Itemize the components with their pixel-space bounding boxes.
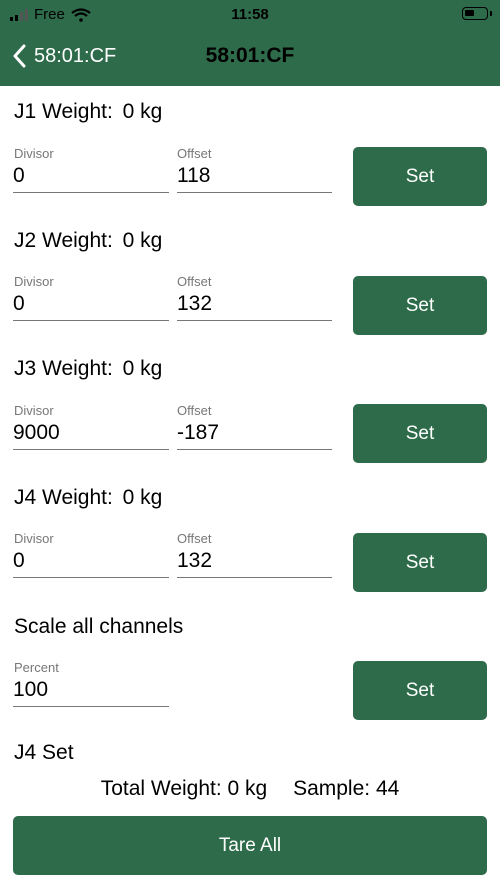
- channel-weight-heading: J4 Weight: 0 kg: [14, 486, 162, 510]
- channel-weight-heading: J2 Weight: 0 kg: [14, 229, 162, 253]
- channel-weight: 0 kg: [122, 229, 163, 252]
- status-message: J4 Set: [14, 741, 74, 764]
- offset-input[interactable]: [177, 420, 332, 450]
- status-time: 11:58: [231, 6, 269, 23]
- channel-weight: 0 kg: [122, 486, 163, 509]
- offset-input[interactable]: [177, 548, 332, 578]
- divisor-input[interactable]: [13, 291, 169, 321]
- divisor-label: Divisor: [14, 531, 54, 546]
- divisor-label: Divisor: [14, 403, 54, 418]
- offset-label: Offset: [177, 146, 212, 161]
- channel-weight: 0 kg: [122, 357, 163, 380]
- tare-all-button[interactable]: Tare All: [13, 816, 487, 875]
- channel-weight-heading: J3 Weight: 0 kg: [14, 357, 162, 381]
- divisor-input[interactable]: [13, 548, 169, 578]
- nav-bar: 58:01:CF 58:01:CF: [0, 30, 500, 86]
- offset-input[interactable]: [177, 163, 332, 193]
- totals-line: Total Weight: 0 kg Sample: 44: [0, 777, 500, 801]
- total-weight: Total Weight: 0 kg: [100, 777, 268, 800]
- offset-input[interactable]: [177, 291, 332, 321]
- channel-weight-heading: J1 Weight: 0 kg: [14, 100, 162, 124]
- battery-icon: [462, 7, 492, 20]
- channel-title: J3 Weight:: [14, 357, 113, 380]
- percent-input[interactable]: [13, 677, 169, 707]
- divisor-input[interactable]: [13, 420, 169, 450]
- set-button-j2[interactable]: Set: [353, 276, 487, 335]
- page-title: 58:01:CF: [205, 44, 295, 67]
- percent-label: Percent: [14, 660, 59, 675]
- offset-label: Offset: [177, 531, 212, 546]
- set-button-j4[interactable]: Set: [353, 533, 487, 592]
- divisor-input[interactable]: [13, 163, 169, 193]
- channel-title: J1 Weight:: [14, 100, 113, 123]
- set-button-j1[interactable]: Set: [353, 147, 487, 206]
- sample-count: Sample: 44: [293, 777, 400, 800]
- scale-title: Scale all channels: [14, 615, 184, 638]
- set-button-scale[interactable]: Set: [353, 661, 487, 720]
- divisor-label: Divisor: [14, 274, 54, 289]
- offset-label: Offset: [177, 403, 212, 418]
- channel-title: J2 Weight:: [14, 229, 113, 252]
- status-bar: Free 11:58: [0, 0, 500, 30]
- channel-weight: 0 kg: [122, 100, 163, 123]
- offset-label: Offset: [177, 274, 212, 289]
- divisor-label: Divisor: [14, 146, 54, 161]
- set-button-j3[interactable]: Set: [353, 404, 487, 463]
- channel-title: J4 Weight:: [14, 486, 113, 509]
